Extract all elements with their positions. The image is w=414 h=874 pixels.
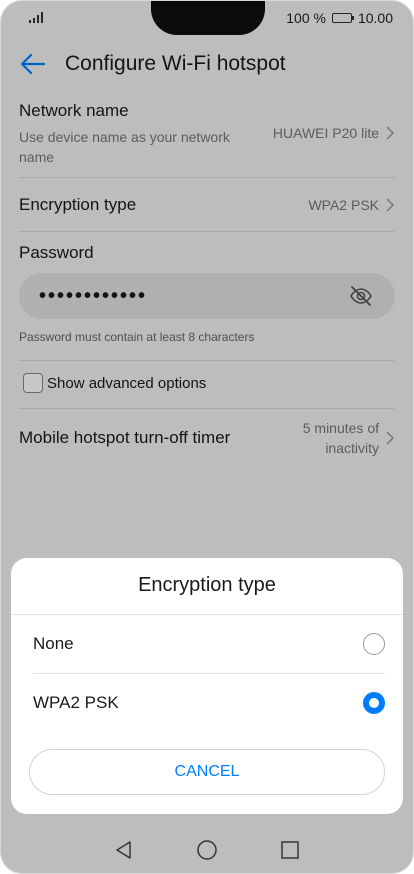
radio-unselected[interactable] <box>363 633 385 655</box>
screen: 100 % 10.00 Configure Wi-Fi hotspot Netw… <box>0 0 414 874</box>
option-label: None <box>33 634 74 653</box>
option-none[interactable]: None <box>33 624 385 664</box>
dialog-title: Encryption type <box>138 574 276 596</box>
divider <box>33 673 385 674</box>
encryption-type-dialog: Encryption type None WPA2 PSK CANCEL <box>11 558 403 814</box>
cancel-button[interactable]: CANCEL <box>29 749 385 795</box>
option-label: WPA2 PSK <box>33 693 119 712</box>
option-wpa2-psk[interactable]: WPA2 PSK <box>33 683 385 723</box>
radio-selected[interactable] <box>363 692 385 714</box>
divider <box>11 614 403 615</box>
